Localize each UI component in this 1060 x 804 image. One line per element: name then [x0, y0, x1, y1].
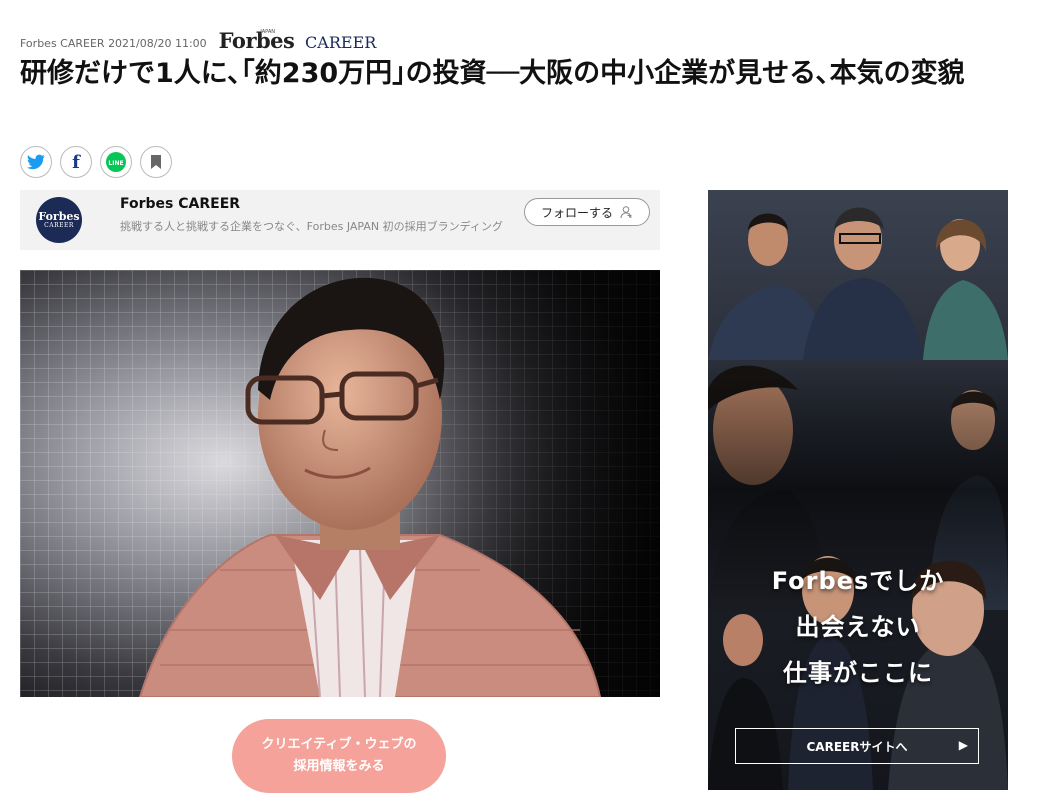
author-description: 挑戦する人と挑戦する企業をつなぐ、Forbes JAPAN 初の採用ブランディン…: [120, 220, 503, 233]
follow-button[interactable]: フォローする: [524, 198, 650, 226]
ad-background-photo: [708, 190, 1008, 790]
ad-headline-line2: 出会えない: [795, 613, 921, 641]
recruit-info-line1: クリエイティブ・ウェブの: [261, 737, 417, 752]
article-meta: Forbes CAREER 2021/08/20 11:00 Forbes JA…: [20, 28, 377, 53]
ad-headline-line3: 仕事がここに: [783, 659, 933, 687]
logo-career-text: CAREER: [305, 33, 377, 52]
play-arrow-icon: ▶: [958, 738, 968, 752]
hero-photo-portrait: [20, 270, 660, 697]
author-name[interactable]: Forbes CAREER: [120, 196, 240, 212]
sidebar-ad-banner[interactable]: Forbesでしか 出会えない 仕事がここに CAREERサイトへ ▶: [708, 190, 1008, 790]
facebook-share-button[interactable]: f: [60, 146, 92, 178]
hero-photo: [20, 270, 660, 697]
bookmark-button[interactable]: [140, 146, 172, 178]
line-icon: LINE: [106, 152, 126, 172]
recruit-info-line2: 採用情報をみる: [293, 759, 385, 774]
article-source-date: Forbes CAREER 2021/08/20 11:00: [20, 37, 207, 51]
line-glyph: LINE: [108, 160, 123, 167]
forbes-career-logo[interactable]: Forbes JAPAN CAREER: [218, 28, 377, 53]
logo-forbes-text: Forbes: [218, 28, 295, 53]
line-share-button[interactable]: LINE: [100, 146, 132, 178]
user-add-icon: [620, 206, 632, 219]
avatar-career-text: CAREER: [44, 221, 74, 229]
share-buttons: f LINE: [20, 146, 172, 178]
publish-datetime: 2021/08/20 11:00: [108, 37, 207, 50]
follow-label: フォローする: [540, 205, 613, 220]
bookmark-icon: [151, 155, 161, 169]
twitter-share-button[interactable]: [20, 146, 52, 178]
article-title: 研修だけで1人に､｢約230万円｣の投資──大阪の中小企業が見せる､本気の変貌: [20, 58, 965, 89]
avatar-forbes-text: Forbes: [38, 209, 80, 223]
author-card: Forbes CAREER Forbes CAREER 挑戦する人と挑戦する企業…: [20, 190, 660, 250]
logo-japan-text: JAPAN: [260, 29, 276, 35]
career-site-label: CAREERサイトへ: [806, 739, 908, 754]
career-site-button[interactable]: CAREERサイトへ ▶: [735, 728, 979, 764]
ad-headline: Forbesでしか 出会えない 仕事がここに: [708, 558, 1008, 696]
twitter-bird-icon: [27, 154, 45, 170]
facebook-icon: f: [72, 151, 80, 173]
source-name: Forbes CAREER: [20, 37, 105, 50]
author-avatar[interactable]: Forbes CAREER: [36, 197, 82, 243]
recruit-info-button[interactable]: クリエイティブ・ウェブの 採用情報をみる: [232, 719, 446, 793]
ad-headline-line1: Forbesでしか: [771, 567, 945, 595]
